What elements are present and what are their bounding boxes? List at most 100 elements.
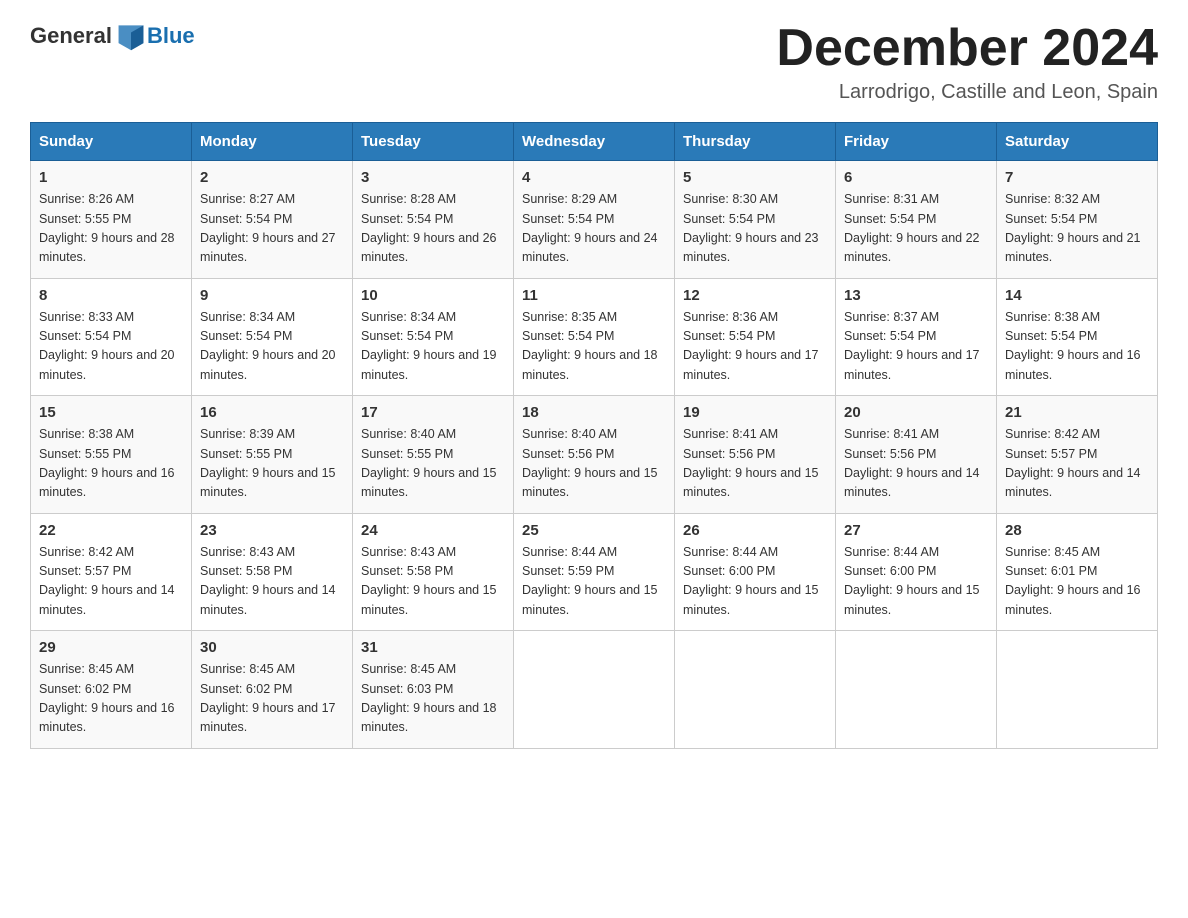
day-number: 4 (522, 169, 666, 186)
calendar-day-cell: 17 Sunrise: 8:40 AMSunset: 5:55 PMDayligh… (353, 396, 514, 514)
day-info: Sunrise: 8:41 AMSunset: 5:56 PMDaylight:… (683, 425, 827, 503)
calendar-day-cell (836, 631, 997, 749)
day-info: Sunrise: 8:40 AMSunset: 5:55 PMDaylight:… (361, 425, 505, 503)
day-info: Sunrise: 8:45 AMSunset: 6:03 PMDaylight:… (361, 660, 505, 738)
calendar-day-header: Monday (192, 123, 353, 161)
calendar-day-cell: 6 Sunrise: 8:31 AMSunset: 5:54 PMDaylight… (836, 161, 997, 279)
calendar-day-header: Friday (836, 123, 997, 161)
day-info: Sunrise: 8:27 AMSunset: 5:54 PMDaylight:… (200, 190, 344, 268)
logo-text-blue: Blue (147, 23, 195, 49)
day-number: 6 (844, 169, 988, 186)
day-number: 22 (39, 522, 183, 539)
day-number: 15 (39, 404, 183, 421)
day-info: Sunrise: 8:42 AMSunset: 5:57 PMDaylight:… (39, 543, 183, 621)
location-title: Larrodrigo, Castille and Leon, Spain (776, 81, 1158, 104)
calendar-day-header: Saturday (997, 123, 1158, 161)
calendar-day-cell (514, 631, 675, 749)
day-info: Sunrise: 8:43 AMSunset: 5:58 PMDaylight:… (200, 543, 344, 621)
day-number: 26 (683, 522, 827, 539)
day-info: Sunrise: 8:33 AMSunset: 5:54 PMDaylight:… (39, 308, 183, 386)
day-number: 20 (844, 404, 988, 421)
day-number: 30 (200, 639, 344, 656)
day-number: 28 (1005, 522, 1149, 539)
calendar-day-cell: 11Sunrise: 8:35 AMSunset: 5:54 PMDayligh… (514, 278, 675, 396)
calendar-day-header: Sunday (31, 123, 192, 161)
day-number: 23 (200, 522, 344, 539)
calendar-week-row: 1 Sunrise: 8:26 AMSunset: 5:55 PMDaylight… (31, 161, 1158, 279)
day-info: Sunrise: 8:29 AMSunset: 5:54 PMDaylight:… (522, 190, 666, 268)
day-number: 16 (200, 404, 344, 421)
calendar-day-cell: 22 Sunrise: 8:42 AMSunset: 5:57 PMDayligh… (31, 513, 192, 631)
day-info: Sunrise: 8:26 AMSunset: 5:55 PMDaylight:… (39, 190, 183, 268)
day-info: Sunrise: 8:34 AMSunset: 5:54 PMDaylight:… (361, 308, 505, 386)
calendar-day-cell: 3 Sunrise: 8:28 AMSunset: 5:54 PMDaylight… (353, 161, 514, 279)
day-number: 2 (200, 169, 344, 186)
day-number: 7 (1005, 169, 1149, 186)
day-info: Sunrise: 8:32 AMSunset: 5:54 PMDaylight:… (1005, 190, 1149, 268)
calendar-day-cell: 12 Sunrise: 8:36 AMSunset: 5:54 PMDayligh… (675, 278, 836, 396)
day-info: Sunrise: 8:40 AMSunset: 5:56 PMDaylight:… (522, 425, 666, 503)
calendar-day-cell: 21Sunrise: 8:42 AMSunset: 5:57 PMDayligh… (997, 396, 1158, 514)
calendar-day-header: Tuesday (353, 123, 514, 161)
day-info: Sunrise: 8:31 AMSunset: 5:54 PMDaylight:… (844, 190, 988, 268)
day-number: 5 (683, 169, 827, 186)
day-number: 8 (39, 287, 183, 304)
day-number: 21 (1005, 404, 1149, 421)
calendar-day-cell: 24 Sunrise: 8:43 AMSunset: 5:58 PMDayligh… (353, 513, 514, 631)
calendar-day-cell: 18 Sunrise: 8:40 AMSunset: 5:56 PMDayligh… (514, 396, 675, 514)
calendar-week-row: 15 Sunrise: 8:38 AMSunset: 5:55 PMDayligh… (31, 396, 1158, 514)
calendar-day-cell: 8 Sunrise: 8:33 AMSunset: 5:54 PMDaylight… (31, 278, 192, 396)
calendar-table: SundayMondayTuesdayWednesdayThursdayFrid… (30, 122, 1158, 749)
day-number: 18 (522, 404, 666, 421)
day-info: Sunrise: 8:36 AMSunset: 5:54 PMDaylight:… (683, 308, 827, 386)
day-info: Sunrise: 8:45 AMSunset: 6:01 PMDaylight:… (1005, 543, 1149, 621)
day-info: Sunrise: 8:34 AMSunset: 5:54 PMDaylight:… (200, 308, 344, 386)
day-number: 12 (683, 287, 827, 304)
logo-icon (115, 20, 147, 52)
calendar-day-cell: 14 Sunrise: 8:38 AMSunset: 5:54 PMDayligh… (997, 278, 1158, 396)
title-block: December 2024 Larrodrigo, Castille and L… (776, 20, 1158, 104)
day-number: 24 (361, 522, 505, 539)
day-number: 14 (1005, 287, 1149, 304)
calendar-day-cell: 5 Sunrise: 8:30 AMSunset: 5:54 PMDaylight… (675, 161, 836, 279)
day-number: 27 (844, 522, 988, 539)
calendar-day-cell: 15 Sunrise: 8:38 AMSunset: 5:55 PMDayligh… (31, 396, 192, 514)
day-info: Sunrise: 8:28 AMSunset: 5:54 PMDaylight:… (361, 190, 505, 268)
day-number: 17 (361, 404, 505, 421)
day-number: 31 (361, 639, 505, 656)
day-info: Sunrise: 8:30 AMSunset: 5:54 PMDaylight:… (683, 190, 827, 268)
calendar-day-cell: 31 Sunrise: 8:45 AMSunset: 6:03 PMDayligh… (353, 631, 514, 749)
day-info: Sunrise: 8:43 AMSunset: 5:58 PMDaylight:… (361, 543, 505, 621)
day-info: Sunrise: 8:45 AMSunset: 6:02 PMDaylight:… (39, 660, 183, 738)
logo: General Blue (30, 20, 195, 52)
day-info: Sunrise: 8:37 AMSunset: 5:54 PMDaylight:… (844, 308, 988, 386)
day-info: Sunrise: 8:44 AMSunset: 6:00 PMDaylight:… (844, 543, 988, 621)
logo-text-general: General (30, 23, 112, 49)
day-info: Sunrise: 8:38 AMSunset: 5:54 PMDaylight:… (1005, 308, 1149, 386)
calendar-day-cell: 28 Sunrise: 8:45 AMSunset: 6:01 PMDayligh… (997, 513, 1158, 631)
calendar-day-cell: 30 Sunrise: 8:45 AMSunset: 6:02 PMDayligh… (192, 631, 353, 749)
day-number: 3 (361, 169, 505, 186)
calendar-day-cell: 20 Sunrise: 8:41 AMSunset: 5:56 PMDayligh… (836, 396, 997, 514)
day-info: Sunrise: 8:38 AMSunset: 5:55 PMDaylight:… (39, 425, 183, 503)
calendar-day-cell: 23 Sunrise: 8:43 AMSunset: 5:58 PMDayligh… (192, 513, 353, 631)
day-info: Sunrise: 8:44 AMSunset: 6:00 PMDaylight:… (683, 543, 827, 621)
day-number: 1 (39, 169, 183, 186)
month-title: December 2024 (776, 20, 1158, 77)
calendar-day-header: Wednesday (514, 123, 675, 161)
day-info: Sunrise: 8:45 AMSunset: 6:02 PMDaylight:… (200, 660, 344, 738)
day-number: 13 (844, 287, 988, 304)
calendar-week-row: 8 Sunrise: 8:33 AMSunset: 5:54 PMDaylight… (31, 278, 1158, 396)
calendar-day-header: Thursday (675, 123, 836, 161)
page-header: General Blue December 2024 Larrodrigo, C… (30, 20, 1158, 104)
calendar-day-cell: 13 Sunrise: 8:37 AMSunset: 5:54 PMDayligh… (836, 278, 997, 396)
day-number: 19 (683, 404, 827, 421)
calendar-day-cell: 16 Sunrise: 8:39 AMSunset: 5:55 PMDayligh… (192, 396, 353, 514)
day-number: 11 (522, 287, 666, 304)
day-info: Sunrise: 8:39 AMSunset: 5:55 PMDaylight:… (200, 425, 344, 503)
day-info: Sunrise: 8:41 AMSunset: 5:56 PMDaylight:… (844, 425, 988, 503)
calendar-day-cell: 27 Sunrise: 8:44 AMSunset: 6:00 PMDayligh… (836, 513, 997, 631)
calendar-day-cell: 7 Sunrise: 8:32 AMSunset: 5:54 PMDaylight… (997, 161, 1158, 279)
calendar-header-row: SundayMondayTuesdayWednesdayThursdayFrid… (31, 123, 1158, 161)
calendar-day-cell: 4 Sunrise: 8:29 AMSunset: 5:54 PMDaylight… (514, 161, 675, 279)
